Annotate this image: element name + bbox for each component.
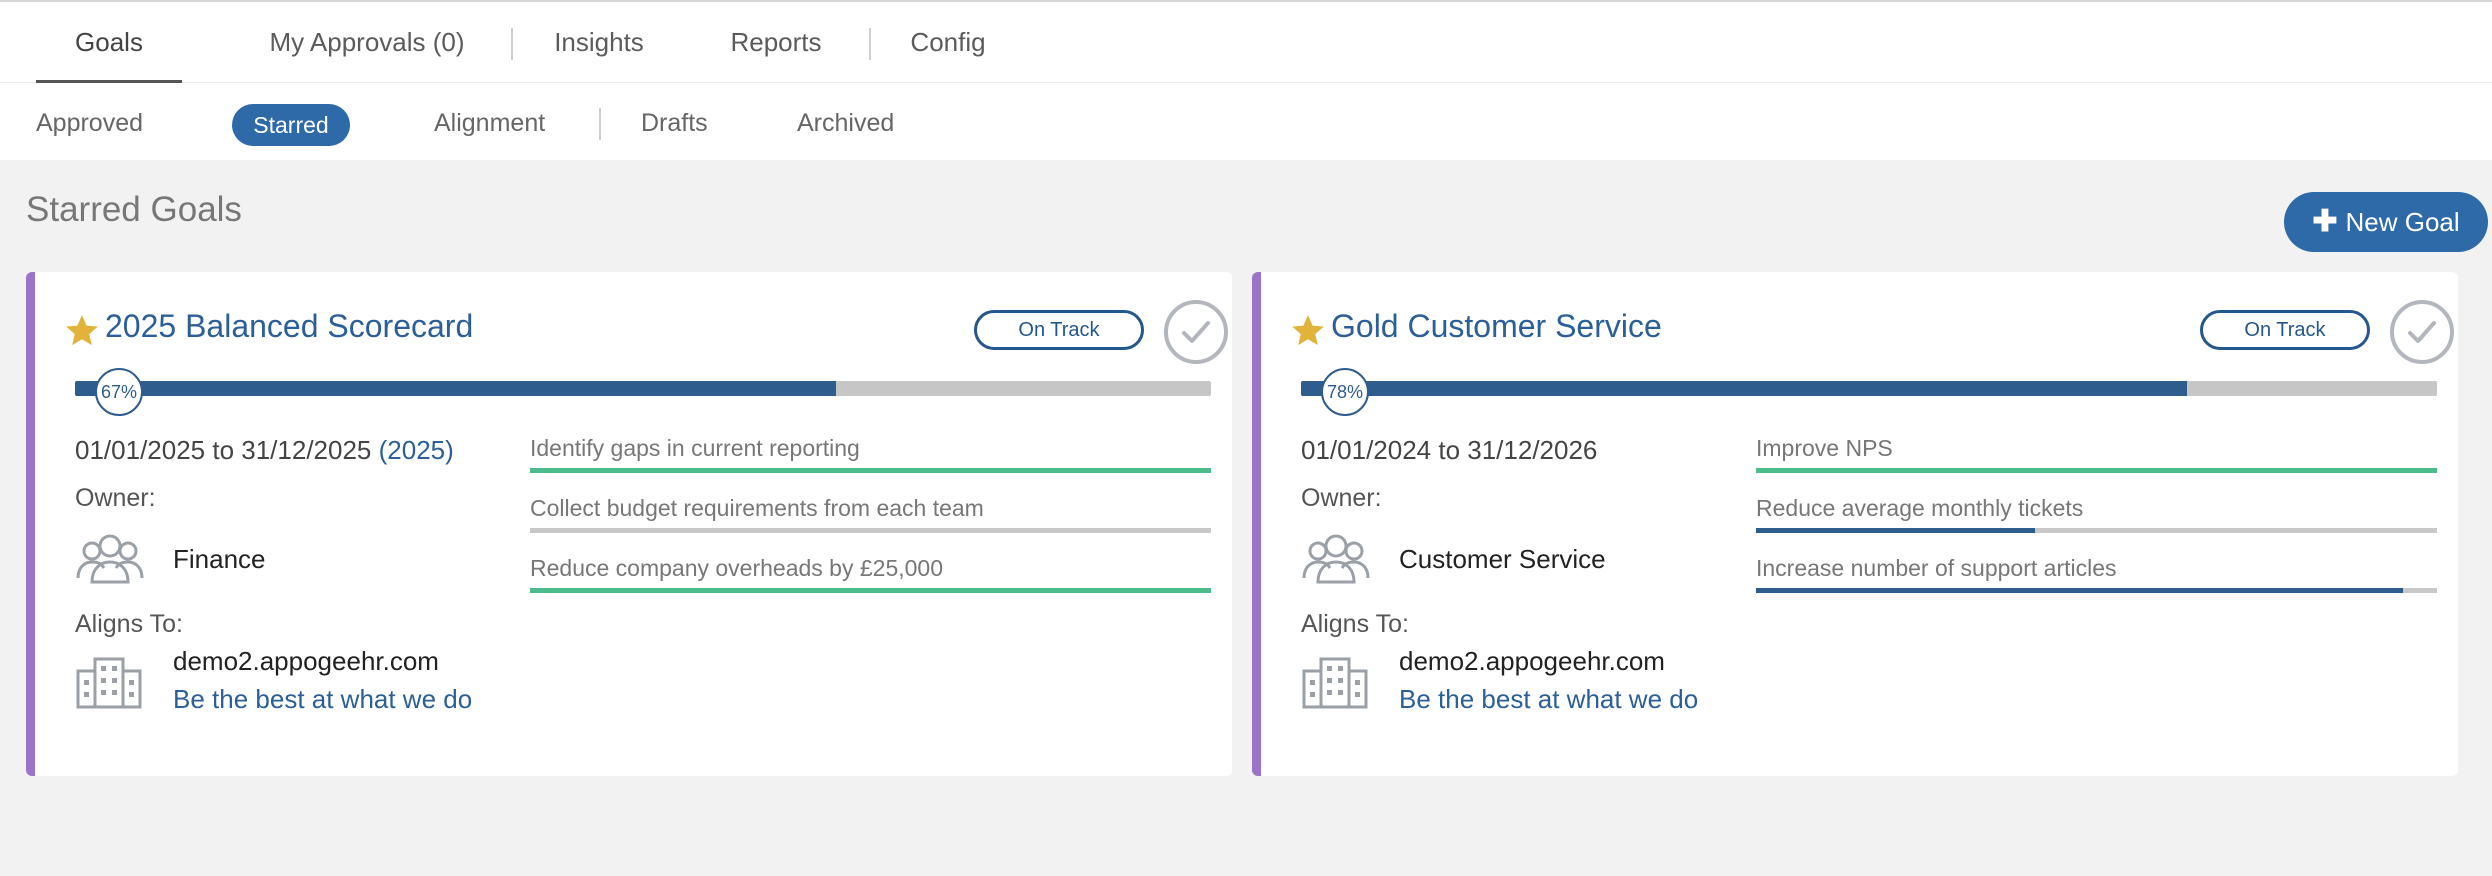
key-result-label[interactable]: Improve NPS bbox=[1756, 435, 2437, 462]
complete-check-icon[interactable] bbox=[2390, 300, 2454, 364]
key-result-progress-bar bbox=[1756, 528, 2437, 533]
subtab-starred[interactable]: Starred bbox=[232, 104, 350, 146]
key-result-progress-bar bbox=[1756, 588, 2437, 593]
key-result-progress-bar bbox=[1756, 468, 2437, 473]
goal-card: 2025 Balanced Scorecard On Track 67% 01/… bbox=[26, 272, 1232, 776]
key-result-progress-fill bbox=[1756, 468, 2437, 473]
owner-label: Owner: bbox=[1301, 484, 1382, 512]
key-result-item[interactable]: Collect budget requirements from each te… bbox=[530, 495, 1211, 555]
goal-title[interactable]: Gold Customer Service bbox=[1331, 308, 1662, 345]
tab-divider bbox=[511, 28, 513, 60]
aligned-goal-link[interactable]: Be the best at what we do bbox=[1399, 684, 1698, 715]
team-icon bbox=[1302, 534, 1370, 584]
key-result-progress-bar bbox=[530, 468, 1211, 473]
subtab-archived[interactable]: Archived bbox=[797, 84, 894, 162]
key-result-label[interactable]: Collect budget requirements from each te… bbox=[530, 495, 1211, 522]
key-result-progress-fill bbox=[1756, 588, 2403, 593]
status-badge: On Track bbox=[974, 310, 1144, 350]
progress-percent-badge: 78% bbox=[1321, 368, 1369, 416]
goal-progress-fill bbox=[1301, 381, 2188, 396]
subtab-drafts[interactable]: Drafts bbox=[641, 84, 708, 162]
status-badge: On Track bbox=[2200, 310, 2370, 350]
key-result-progress-fill bbox=[530, 588, 1211, 593]
tab-insights[interactable]: Insights bbox=[545, 4, 653, 83]
tab-reports[interactable]: Reports bbox=[724, 4, 828, 83]
key-result-label[interactable]: Increase number of support articles bbox=[1756, 555, 2437, 582]
key-result-item[interactable]: Reduce company overheads by £25,000 bbox=[530, 555, 1211, 615]
key-result-progress-fill bbox=[530, 468, 1211, 473]
key-result-item[interactable]: Increase number of support articles bbox=[1756, 555, 2437, 615]
goal-progress-bar bbox=[1301, 381, 2437, 396]
owner-name: Finance bbox=[173, 544, 266, 574]
subtab-alignment[interactable]: Alignment bbox=[434, 84, 545, 162]
building-icon bbox=[76, 657, 142, 709]
new-goal-button[interactable]: ✚ New Goal bbox=[2284, 192, 2488, 252]
key-results-list: Improve NPS Reduce average monthly ticket… bbox=[1756, 435, 2437, 615]
goal-date-range: 01/01/2025 to 31/12/2025 (2025) bbox=[75, 435, 454, 466]
tab-config[interactable]: Config bbox=[903, 4, 993, 83]
sub-tabs: Approved Starred Alignment Drafts Archiv… bbox=[0, 84, 2492, 162]
owner-name: Customer Service bbox=[1399, 544, 1606, 574]
key-result-item[interactable]: Reduce average monthly tickets bbox=[1756, 495, 2437, 555]
aligned-goal-link[interactable]: Be the best at what we do bbox=[173, 684, 472, 715]
key-result-progress-fill bbox=[1756, 528, 2036, 533]
main-tabs: Goals My Approvals (0) Insights Reports … bbox=[0, 4, 2492, 83]
new-goal-label: New Goal bbox=[2345, 207, 2460, 237]
key-result-item[interactable]: Identify gaps in current reporting bbox=[530, 435, 1211, 495]
star-icon[interactable] bbox=[63, 312, 101, 350]
page-title: Starred Goals bbox=[26, 190, 242, 229]
star-icon[interactable] bbox=[1289, 312, 1327, 350]
goal-date-range: 01/01/2024 to 31/12/2026 bbox=[1301, 435, 1597, 466]
aligned-organisation: demo2.appogeehr.com bbox=[1399, 646, 1665, 676]
goal-year-link[interactable]: (2025) bbox=[379, 435, 454, 465]
top-navigation: Goals My Approvals (0) Insights Reports … bbox=[0, 0, 2492, 160]
team-icon bbox=[76, 534, 144, 584]
key-result-label[interactable]: Reduce company overheads by £25,000 bbox=[530, 555, 1211, 582]
aligns-to-label: Aligns To: bbox=[75, 610, 183, 638]
progress-percent-badge: 67% bbox=[95, 368, 143, 416]
goal-title[interactable]: 2025 Balanced Scorecard bbox=[105, 308, 473, 345]
key-result-label[interactable]: Identify gaps in current reporting bbox=[530, 435, 1211, 462]
owner-label: Owner: bbox=[75, 484, 156, 512]
key-result-progress-bar bbox=[530, 528, 1211, 533]
goal-progress-fill bbox=[75, 381, 837, 396]
date-range-text: 01/01/2024 to 31/12/2026 bbox=[1301, 435, 1598, 465]
key-results-list: Identify gaps in current reporting Collec… bbox=[530, 435, 1211, 615]
goal-progress-bar bbox=[75, 381, 1211, 396]
subtab-approved[interactable]: Approved bbox=[36, 84, 143, 162]
complete-check-icon[interactable] bbox=[1164, 300, 1228, 364]
date-range-text: 01/01/2025 to 31/12/2025 bbox=[75, 435, 372, 465]
key-result-item[interactable]: Improve NPS bbox=[1756, 435, 2437, 495]
tab-divider bbox=[869, 28, 871, 60]
key-result-label[interactable]: Reduce average monthly tickets bbox=[1756, 495, 2437, 522]
tab-goals[interactable]: Goals bbox=[36, 4, 182, 83]
key-result-progress-bar bbox=[530, 588, 1211, 593]
plus-icon: ✚ bbox=[2312, 205, 2338, 238]
aligns-to-label: Aligns To: bbox=[1301, 610, 1409, 638]
goal-card: Gold Customer Service On Track 78% 01/01… bbox=[1252, 272, 2458, 776]
subtab-divider bbox=[599, 108, 601, 140]
tab-my-approvals[interactable]: My Approvals (0) bbox=[258, 4, 476, 83]
building-icon bbox=[1302, 657, 1368, 709]
aligned-organisation: demo2.appogeehr.com bbox=[173, 646, 439, 676]
